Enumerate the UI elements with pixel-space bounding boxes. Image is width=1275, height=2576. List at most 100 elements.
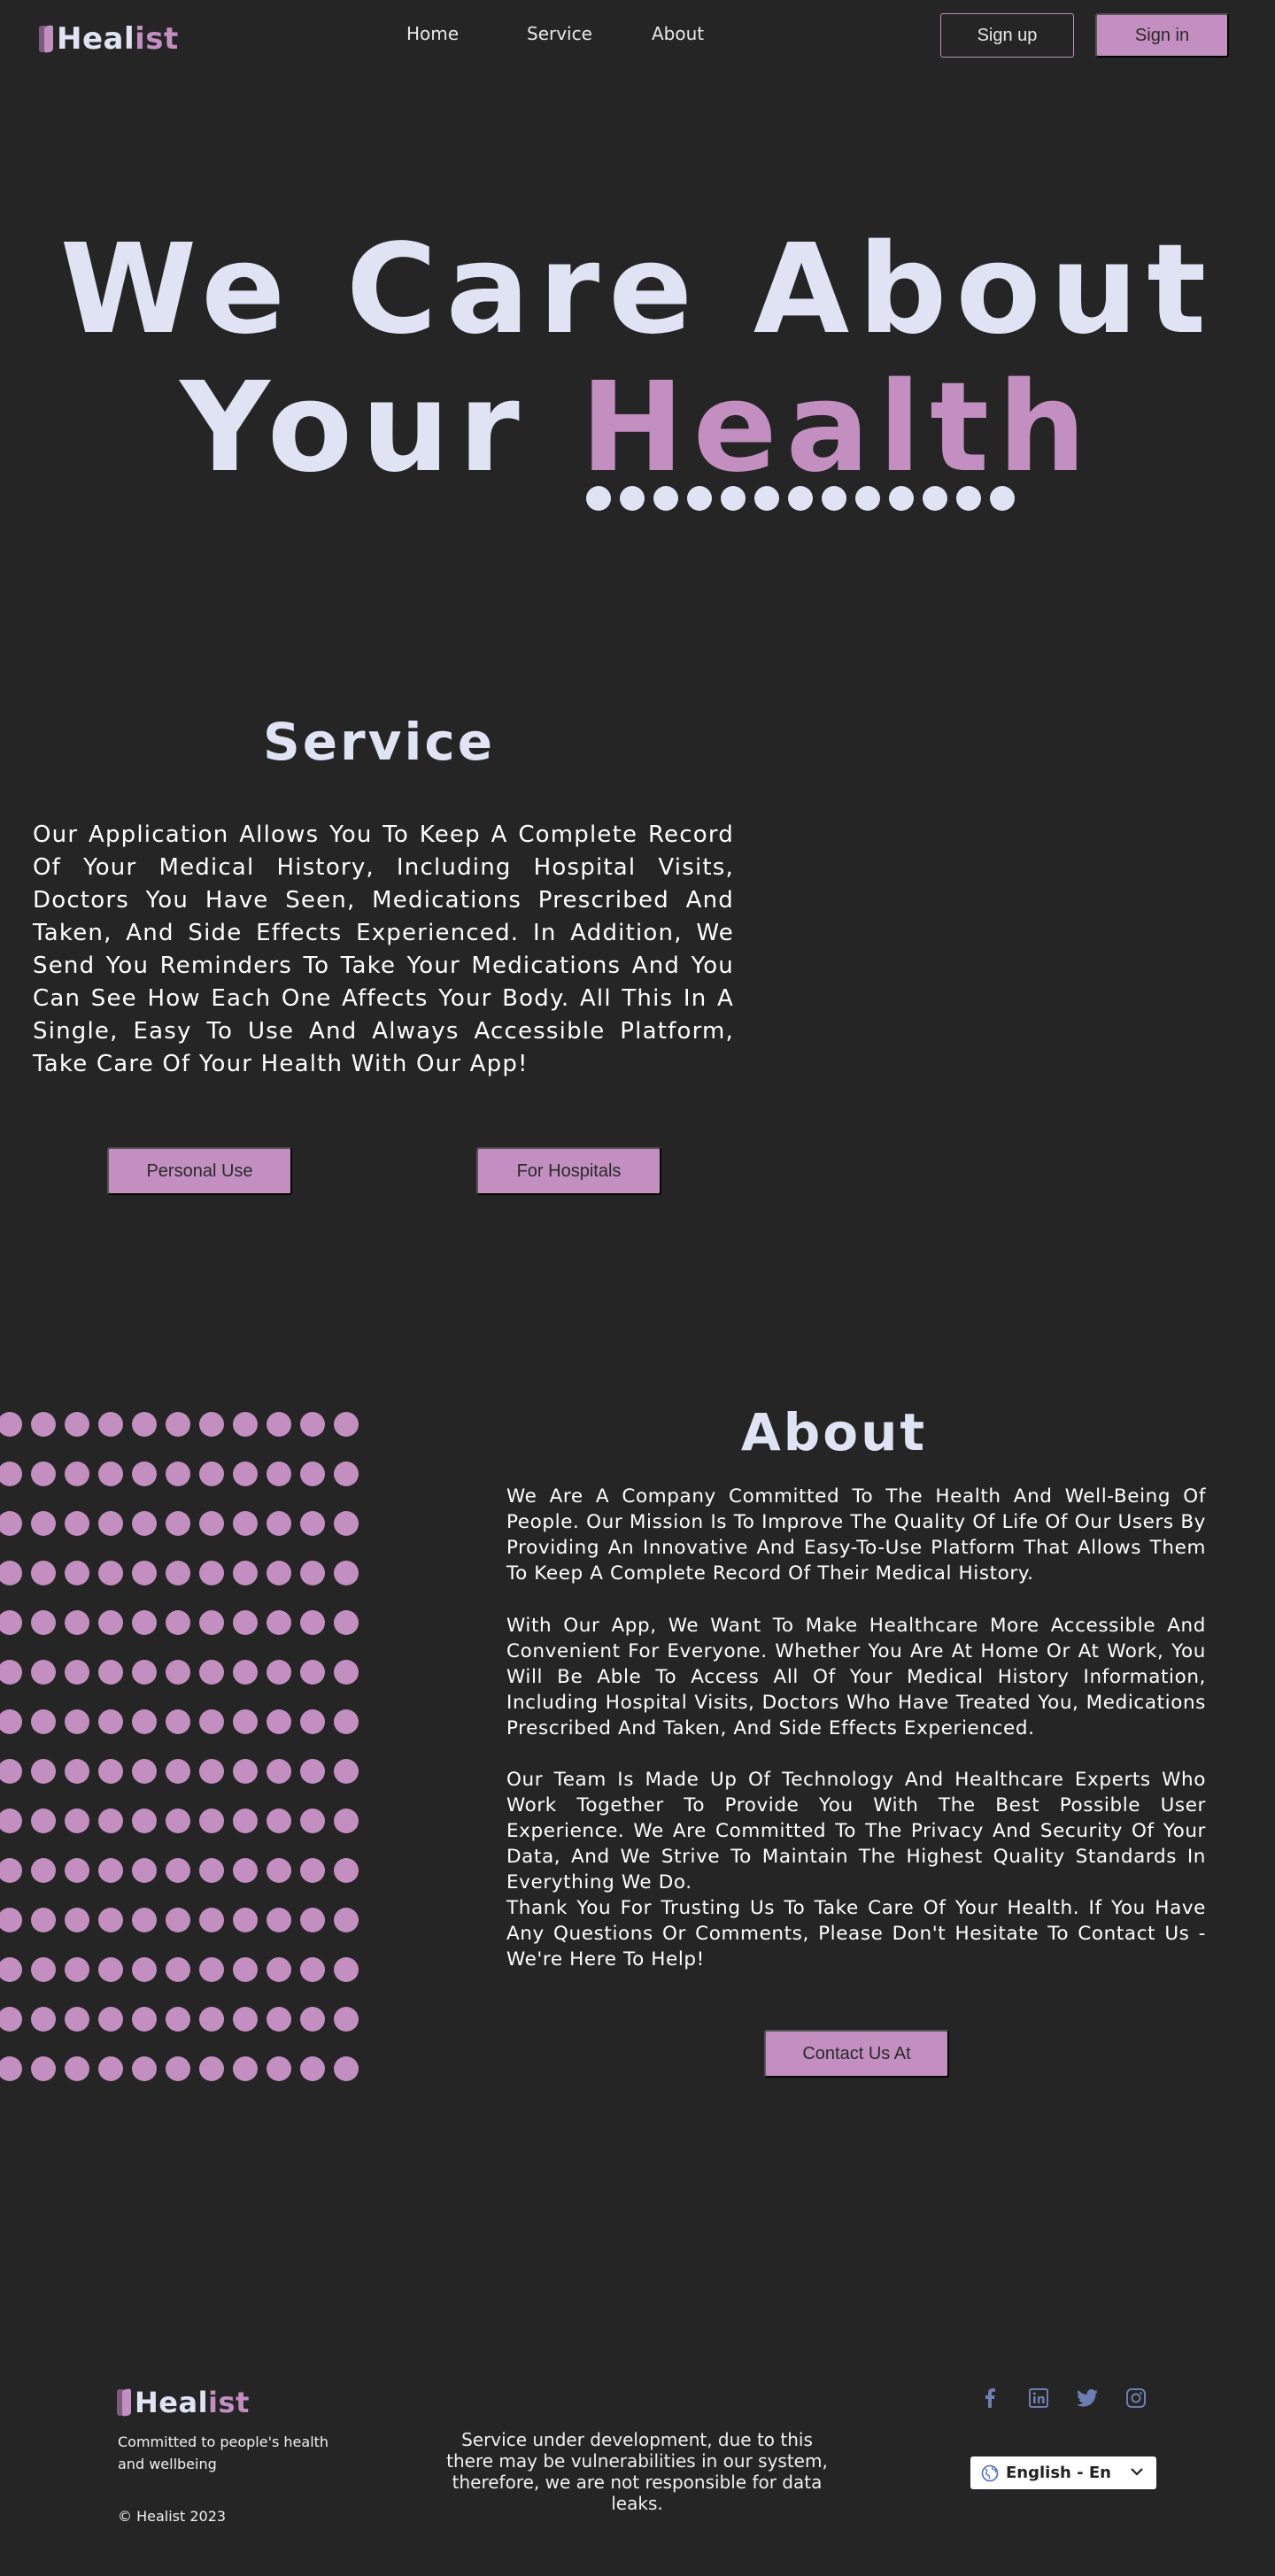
- about-dot: [233, 1759, 258, 1784]
- about-dot: [132, 1957, 157, 1982]
- about-dot: [31, 1561, 56, 1585]
- sign-up-button[interactable]: Sign up: [940, 13, 1074, 58]
- about-dot: [334, 1759, 359, 1784]
- about-dot: [166, 2007, 190, 2032]
- about-paragraph-3: Our Team Is Made Up Of Technology And He…: [506, 1769, 1206, 1893]
- about-dot: [65, 1610, 89, 1635]
- sign-in-button[interactable]: Sign in: [1095, 13, 1229, 58]
- hero-dot: [889, 486, 914, 511]
- brand-name-ist: ist: [135, 21, 179, 57]
- about-dot: [199, 2056, 224, 2081]
- about-dot: [300, 1660, 325, 1685]
- about-dot: [233, 1511, 258, 1536]
- about-dot: [65, 1660, 89, 1685]
- about-dot: [31, 1957, 56, 1982]
- chevron-down-icon: [1130, 2466, 1144, 2477]
- about-dot: [98, 1709, 123, 1734]
- about-dot: [132, 1908, 157, 1932]
- about-dot: [65, 2056, 89, 2081]
- about-dot: [300, 1610, 325, 1635]
- about-dot: [199, 1462, 224, 1486]
- about-dot: [98, 1511, 123, 1536]
- about-dot: [65, 2007, 89, 2032]
- about-dot: [65, 1561, 89, 1585]
- about-dot: [65, 1412, 89, 1437]
- about-dot: [267, 1511, 291, 1536]
- about-dot: [98, 1957, 123, 1982]
- twitter-icon[interactable]: [1077, 2387, 1098, 2409]
- about-dot: [300, 1809, 325, 1833]
- about-dot: [334, 1462, 359, 1486]
- hero-dot: [586, 486, 611, 511]
- about-dot: [31, 1759, 56, 1784]
- about-dot: [199, 1709, 224, 1734]
- about-dot: [267, 1462, 291, 1486]
- service-description: Our Application Allows You To Keep A Com…: [33, 821, 734, 1077]
- about-dot: [132, 1759, 157, 1784]
- about-dot: [132, 1561, 157, 1585]
- about-dot: [132, 1660, 157, 1685]
- about-dot: [199, 1561, 224, 1585]
- about-dot: [199, 1908, 224, 1932]
- about-paragraph-2: With Our App, We Want To Make Healthcare…: [506, 1615, 1206, 1739]
- nav-home-link[interactable]: Home: [406, 23, 459, 44]
- instagram-icon[interactable]: [1125, 2387, 1147, 2409]
- about-dot: [199, 2007, 224, 2032]
- footer-logo-mark-icon: [117, 2387, 131, 2418]
- about-dot: [233, 1908, 258, 1932]
- about-dot: [132, 2007, 157, 2032]
- about-dot: [267, 1858, 291, 1883]
- nav-about-link[interactable]: About: [652, 23, 704, 44]
- about-dot: [199, 1511, 224, 1536]
- footer-brand-name-ist: ist: [208, 2386, 250, 2419]
- contact-us-button[interactable]: Contact Us At: [764, 2030, 949, 2078]
- about-dot: [334, 1957, 359, 1982]
- about-dot: [166, 1858, 190, 1883]
- about-dot: [233, 1561, 258, 1585]
- footer-brand-logo[interactable]: Heal ist: [117, 2386, 250, 2419]
- about-dot: [199, 1957, 224, 1982]
- about-dot: [0, 2056, 22, 2081]
- facebook-icon[interactable]: [979, 2387, 1001, 2409]
- footer-tagline: Committed to people's health and wellbei…: [118, 2433, 329, 2472]
- brand-logo[interactable]: Heal ist: [39, 21, 179, 57]
- hero-dot: [687, 486, 712, 511]
- about-dot: [0, 1462, 22, 1486]
- about-dot: [98, 2007, 123, 2032]
- about-dot: [31, 1511, 56, 1536]
- about-dot: [267, 1957, 291, 1982]
- hero-dot: [855, 486, 880, 511]
- about-dot: [334, 1610, 359, 1635]
- about-dot: [0, 1511, 22, 1536]
- about-dot: [31, 1809, 56, 1833]
- nav-service-link[interactable]: Service: [527, 23, 592, 44]
- language-select[interactable]: English - En: [970, 2456, 1156, 2489]
- linkedin-icon[interactable]: [1028, 2387, 1049, 2409]
- about-dot: [0, 1957, 22, 1982]
- about-dot: [166, 1561, 190, 1585]
- about-dot: [98, 1759, 123, 1784]
- about-dot: [166, 2056, 190, 2081]
- about-dot: [300, 1561, 325, 1585]
- about-dot: [300, 1511, 325, 1536]
- about-dot: [334, 1809, 359, 1833]
- about-dot: [166, 1957, 190, 1982]
- about-dot: [31, 2007, 56, 2032]
- about-dot: [300, 1858, 325, 1883]
- about-dot: [166, 1412, 190, 1437]
- footer-notice: Service under development, due to this t…: [446, 2429, 828, 2514]
- about-title: About: [740, 1402, 928, 1462]
- about-dot: [300, 1908, 325, 1932]
- about-dot: [132, 1858, 157, 1883]
- about-dot: [31, 1908, 56, 1932]
- about-dot: [334, 1709, 359, 1734]
- about-dot: [98, 1462, 123, 1486]
- personal-use-button[interactable]: Personal Use: [107, 1147, 292, 1195]
- about-dot: [233, 2007, 258, 2032]
- about-paragraph-1: We Are A Company Committed To The Health…: [506, 1485, 1206, 1585]
- about-dot: [98, 2056, 123, 2081]
- hero-dot: [822, 486, 846, 511]
- for-hospitals-button[interactable]: For Hospitals: [476, 1147, 661, 1195]
- about-dot: [0, 1759, 22, 1784]
- about-dot: [199, 1759, 224, 1784]
